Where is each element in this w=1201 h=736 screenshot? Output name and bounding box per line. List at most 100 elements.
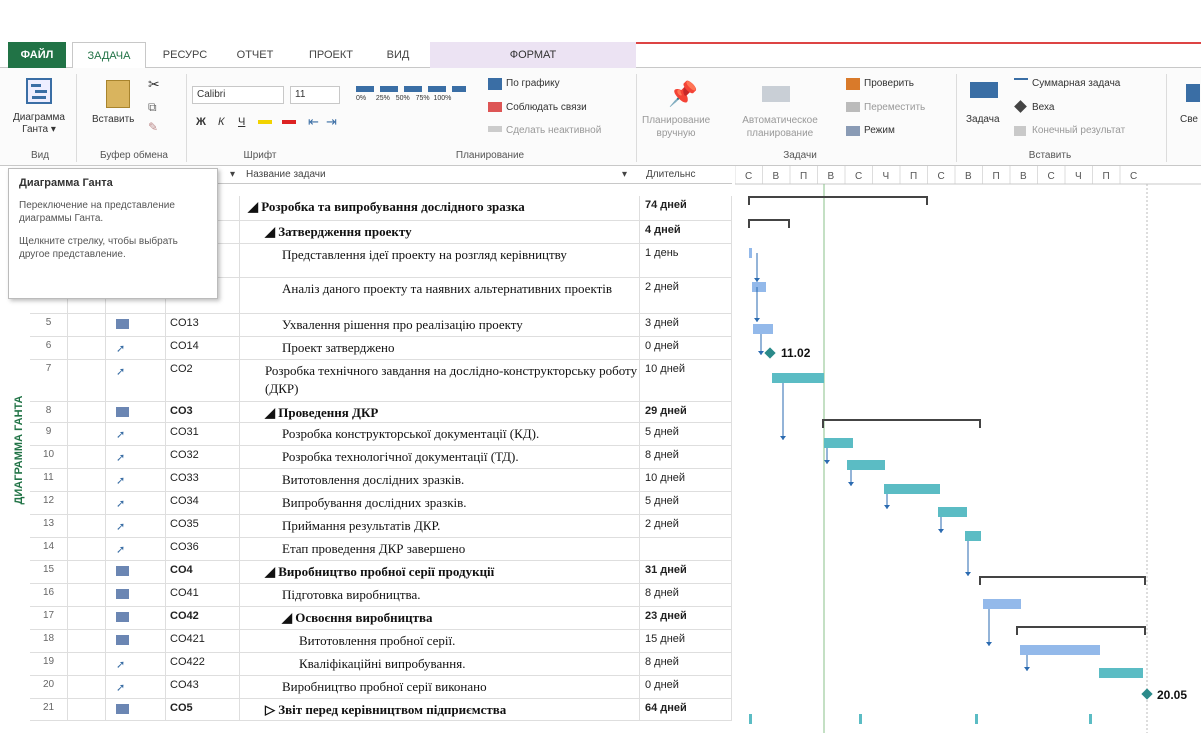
- table-row[interactable]: 13 ➚ CO35 Приймання результатів ДКР. 2 дней: [30, 515, 732, 538]
- wbs-code[interactable]: CO421: [166, 630, 240, 652]
- task-name[interactable]: ◢ Затвердження проекту: [240, 221, 640, 243]
- move-button[interactable]: Переместить: [864, 102, 925, 113]
- table-row[interactable]: 20 ➚ CO43 Виробництво пробної серії виконан…: [30, 676, 732, 699]
- wbs-code[interactable]: CO31: [166, 423, 240, 445]
- deliverable-icon[interactable]: [1014, 126, 1026, 136]
- table-row[interactable]: 14 ➚ CO36 Етап проведення ДКР завершено: [30, 538, 732, 561]
- task-duration[interactable]: 0 дней: [640, 676, 732, 698]
- manual-schedule-icon[interactable]: 📌: [668, 80, 698, 109]
- duration-header[interactable]: Длительнс: [646, 166, 695, 184]
- task-name[interactable]: Виробництво пробної серії виконано: [240, 676, 640, 698]
- tab-format[interactable]: ФОРМАТ: [430, 42, 636, 68]
- task-name[interactable]: ◢ Розробка та випробування дослідного зр…: [240, 196, 640, 220]
- task-name[interactable]: Проект затверджено: [240, 337, 640, 359]
- task-name[interactable]: Підготовка виробництва.: [240, 584, 640, 606]
- wbs-code[interactable]: CO41: [166, 584, 240, 606]
- task-name[interactable]: ▷ Звіт перед керівництвом підприємства: [240, 699, 640, 720]
- bold-button[interactable]: Ж: [196, 116, 206, 128]
- summary-task-icon[interactable]: [1014, 78, 1028, 86]
- font-size-box[interactable]: 11: [290, 86, 340, 104]
- tab-task[interactable]: ЗАДАЧА: [72, 42, 146, 69]
- milestone-icon[interactable]: [1014, 100, 1027, 113]
- font-color-icon[interactable]: [282, 120, 296, 124]
- summary-task-button[interactable]: Суммарная задача: [1032, 78, 1120, 89]
- table-row[interactable]: 21 CO5 ▷ Звіт перед керівництвом підприємс…: [30, 699, 732, 721]
- respect-links-icon[interactable]: [488, 102, 502, 112]
- mode-cell[interactable]: ➚: [106, 360, 166, 401]
- wbs-code[interactable]: CO5: [166, 699, 240, 720]
- gantt-chart-icon[interactable]: [26, 78, 52, 104]
- italic-button[interactable]: К: [218, 116, 224, 128]
- mode-cell[interactable]: ➚: [106, 423, 166, 445]
- highlight-icon[interactable]: [258, 120, 272, 124]
- table-row[interactable]: 9 ➚ CO31 Розробка конструкторської документ…: [30, 423, 732, 446]
- table-row[interactable]: 6 ➚ CO14 Проект затверджено 0 дней: [30, 337, 732, 360]
- auto-schedule-icon[interactable]: [762, 86, 790, 102]
- mode-cell[interactable]: [106, 699, 166, 720]
- auto-schedule-button[interactable]: Автоматическое планирование: [734, 114, 826, 140]
- mode-cell[interactable]: [106, 561, 166, 583]
- task-duration[interactable]: 29 дней: [640, 402, 732, 422]
- inactivate-button[interactable]: Сделать неактивной: [506, 125, 601, 136]
- paste-button[interactable]: Вставить: [92, 114, 134, 125]
- task-name[interactable]: Представлення ідеї проекту на розгляд ке…: [240, 244, 640, 277]
- copy-icon[interactable]: ⧉: [148, 100, 157, 115]
- inspect-button[interactable]: Проверить: [864, 78, 914, 89]
- wbs-code[interactable]: CO13: [166, 314, 240, 336]
- task-duration[interactable]: 10 дней: [640, 469, 732, 491]
- font-name-box[interactable]: Calibri: [192, 86, 284, 104]
- tab-report[interactable]: ОТЧЕТ: [224, 42, 286, 68]
- move-icon[interactable]: [846, 102, 860, 112]
- manual-schedule-button[interactable]: Планирование вручную: [642, 114, 710, 140]
- filter-arrow-icon[interactable]: ▾: [622, 166, 627, 184]
- wbs-code[interactable]: CO4: [166, 561, 240, 583]
- task-name[interactable]: Розробка технічного завдання на дослідно…: [240, 360, 640, 401]
- outdent-icon[interactable]: ⇤: [308, 114, 319, 130]
- mode-button[interactable]: Режим: [864, 125, 895, 136]
- task-duration[interactable]: 64 дней: [640, 699, 732, 720]
- mode-cell[interactable]: [106, 607, 166, 629]
- task-duration[interactable]: 10 дней: [640, 360, 732, 401]
- tab-resource[interactable]: РЕСУРС: [152, 42, 218, 68]
- tab-project[interactable]: ПРОЕКТ: [294, 42, 368, 68]
- table-row[interactable]: 8 CO3 ◢ Проведення ДКР 29 дней: [30, 402, 732, 423]
- table-row[interactable]: 16 CO41 Підготовка виробництва. 8 дней: [30, 584, 732, 607]
- mode-cell[interactable]: [106, 402, 166, 422]
- mode-cell[interactable]: ➚: [106, 515, 166, 537]
- task-name[interactable]: Розробка технологічної документації (ТД)…: [240, 446, 640, 468]
- wbs-code[interactable]: CO43: [166, 676, 240, 698]
- wbs-code[interactable]: CO2: [166, 360, 240, 401]
- task-name[interactable]: Аналіз даного проекту та наявних альтерн…: [240, 278, 640, 313]
- insert-task-button[interactable]: Задача: [966, 114, 1000, 125]
- table-row[interactable]: 12 ➚ CO34 Випробування дослідних зразків. 5 …: [30, 492, 732, 515]
- insert-task-icon[interactable]: [970, 82, 998, 98]
- table-row[interactable]: 11 ➚ CO33 Витотовлення дослідних зразків. 10…: [30, 469, 732, 492]
- task-duration[interactable]: 8 дней: [640, 446, 732, 468]
- mode-cell[interactable]: ➚: [106, 469, 166, 491]
- mode-cell[interactable]: ➚: [106, 337, 166, 359]
- inactivate-icon[interactable]: [488, 126, 502, 132]
- task-name[interactable]: Витотовлення пробної серії.: [240, 630, 640, 652]
- wbs-code[interactable]: CO14: [166, 337, 240, 359]
- sort-arrow-icon[interactable]: ▾: [230, 166, 235, 184]
- cut-icon[interactable]: ✂: [148, 76, 160, 93]
- task-name[interactable]: Розробка конструкторської документації (…: [240, 423, 640, 445]
- schedule-icon[interactable]: [488, 78, 502, 90]
- wbs-code[interactable]: CO3: [166, 402, 240, 422]
- table-row[interactable]: 17 CO42 ◢ Освоєння виробництва 23 дней: [30, 607, 732, 630]
- task-duration[interactable]: [640, 538, 732, 560]
- mode-cell[interactable]: ➚: [106, 446, 166, 468]
- wbs-code[interactable]: CO33: [166, 469, 240, 491]
- tab-file[interactable]: ФАЙЛ: [8, 42, 66, 68]
- task-duration[interactable]: 5 дней: [640, 492, 732, 514]
- gantt-chart-button[interactable]: Диаграмма Ганта ▾: [8, 112, 70, 136]
- task-duration[interactable]: 1 день: [640, 244, 732, 277]
- task-duration[interactable]: 8 дней: [640, 584, 732, 606]
- properties-icon[interactable]: [1186, 84, 1200, 102]
- task-name[interactable]: ◢ Виробництво пробної серії продукції: [240, 561, 640, 583]
- task-name[interactable]: Витотовлення дослідних зразків.: [240, 469, 640, 491]
- indent-icon[interactable]: ⇥: [326, 114, 337, 130]
- task-duration[interactable]: 0 дней: [640, 337, 732, 359]
- table-row[interactable]: 15 CO4 ◢ Виробництво пробної серії продукц…: [30, 561, 732, 584]
- table-row[interactable]: 7 ➚ CO2 Розробка технічного завдання на дос…: [30, 360, 732, 402]
